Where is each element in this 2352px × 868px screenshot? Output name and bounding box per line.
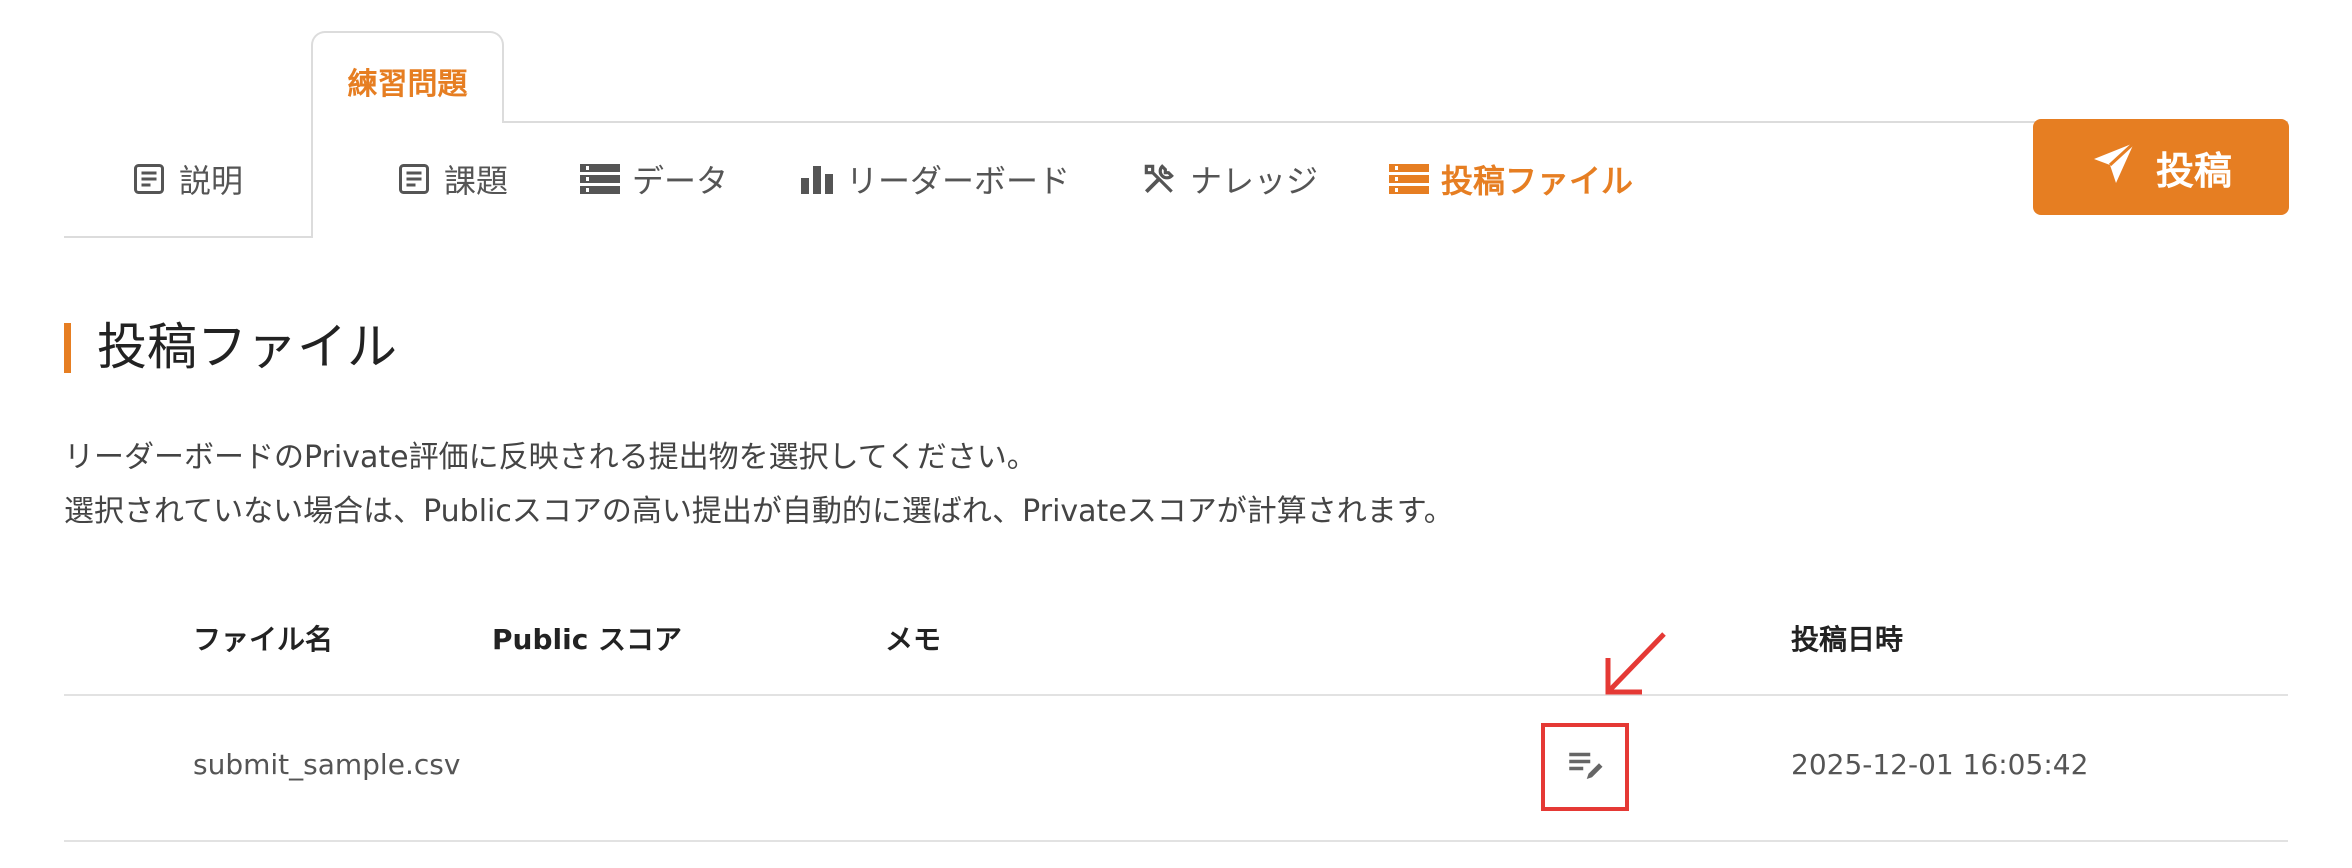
nav-knowledge[interactable]: ナレッジ — [1140, 156, 1318, 202]
tab-divider — [504, 121, 2288, 123]
nav-submissions-label: 投稿ファイル — [1441, 162, 1634, 200]
cell-file-name: submit_sample.csv — [193, 748, 461, 781]
column-header-public-score: Public スコア — [492, 623, 683, 656]
nav-submissions[interactable]: 投稿ファイル — [1389, 156, 1633, 202]
tab-description[interactable]: 説明 — [131, 156, 243, 202]
tab-practice-label: 練習問題 — [347, 67, 468, 102]
nav-leaderboard[interactable]: リーダーボード — [800, 156, 1070, 202]
nav-task[interactable]: 課題 — [396, 156, 508, 202]
cell-date: 2025-12-01 16:05:42 — [1791, 748, 2089, 781]
tab-divider-left — [64, 236, 313, 238]
post-button-label: 投稿 — [2155, 148, 2232, 193]
tab-practice[interactable]: 練習問題 — [311, 31, 504, 123]
nav-data-label: データ — [632, 162, 729, 200]
tab-divider-vertical — [311, 121, 313, 238]
post-button[interactable]: 投稿 — [2033, 119, 2289, 215]
column-header-date: 投稿日時 — [1791, 623, 1904, 656]
column-header-memo: メモ — [885, 623, 942, 656]
table-rows-icon — [580, 162, 620, 196]
section-accent-bar — [64, 323, 71, 373]
bar-chart-icon — [800, 162, 834, 196]
nav-data[interactable]: データ — [580, 156, 728, 202]
arrow-down-left-icon — [1600, 630, 1670, 704]
table-header-divider — [64, 694, 2288, 696]
nav-leaderboard-label: リーダーボード — [846, 162, 1071, 200]
paper-plane-icon — [2090, 139, 2138, 196]
nav-task-label: 課題 — [444, 162, 509, 200]
table-rows-icon — [1389, 162, 1429, 196]
document-icon — [131, 161, 167, 197]
memo-edit-button[interactable] — [1541, 723, 1629, 811]
column-header-file: ファイル名 — [193, 623, 334, 656]
document-icon — [396, 161, 432, 197]
tools-icon — [1140, 160, 1178, 198]
nav-knowledge-label: ナレッジ — [1190, 162, 1319, 200]
description-line-2: 選択されていない場合は、Publicスコアの高い提出が自動的に選ばれ、Priva… — [64, 494, 1454, 529]
description-line-1: リーダーボードのPrivate評価に反映される提出物を選択してください。 — [64, 440, 1037, 475]
edit-note-icon — [1564, 744, 1606, 790]
page-title: 投稿ファイル — [97, 318, 397, 376]
tab-description-label: 説明 — [179, 162, 244, 200]
table-row-divider — [64, 840, 2288, 842]
